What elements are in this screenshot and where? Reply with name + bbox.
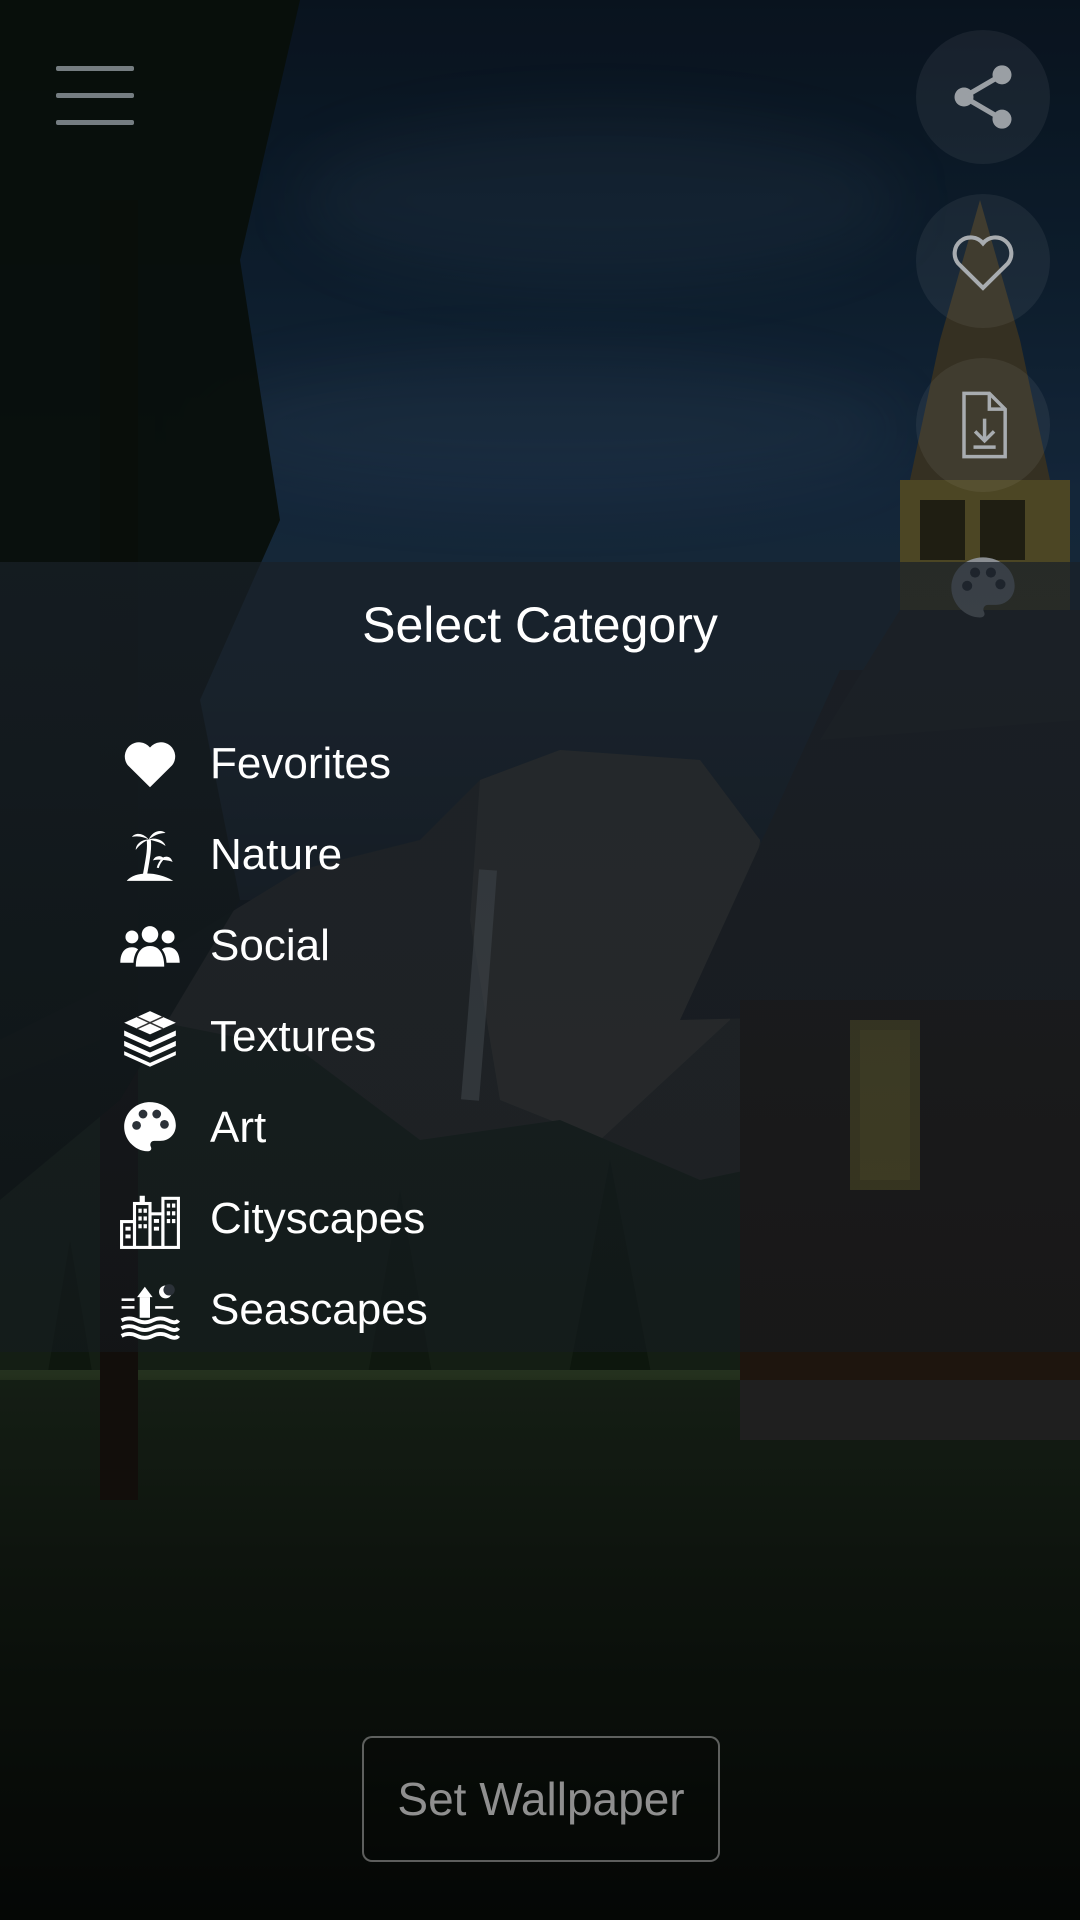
- category-item-seascapes[interactable]: Seascapes: [118, 1264, 718, 1355]
- category-item-nature[interactable]: Nature: [118, 809, 718, 900]
- category-label: Fevorites: [210, 738, 391, 788]
- category-item-cityscapes[interactable]: Cityscapes: [118, 1173, 718, 1264]
- category-item-social[interactable]: Social: [118, 900, 718, 991]
- category-list: Fevorites Nature Social Textures Art Cit…: [118, 718, 718, 1355]
- category-label: Social: [210, 920, 330, 970]
- category-label: Nature: [210, 829, 343, 879]
- category-label: Cityscapes: [210, 1193, 426, 1243]
- share-button[interactable]: [916, 30, 1050, 164]
- city-buildings-icon: [118, 1187, 182, 1251]
- heart-icon: [118, 732, 182, 796]
- category-label: Seascapes: [210, 1284, 428, 1334]
- download-button[interactable]: [916, 358, 1050, 492]
- category-label: Textures: [210, 1011, 377, 1061]
- hamburger-menu-icon[interactable]: [56, 66, 134, 126]
- panel-title: Select Category: [362, 597, 718, 653]
- palette-icon: [118, 1096, 182, 1160]
- lighthouse-sea-icon: [118, 1278, 182, 1342]
- heart-outline-icon: [952, 235, 1014, 291]
- download-file-icon: [962, 391, 1007, 459]
- people-group-icon: [118, 914, 182, 978]
- share-icon: [954, 65, 1012, 129]
- category-item-textures[interactable]: Textures: [118, 991, 718, 1082]
- category-item-favorites[interactable]: Fevorites: [118, 718, 718, 809]
- layers-texture-icon: [118, 1005, 182, 1069]
- set-wallpaper-button[interactable]: Set Wallpaper: [362, 1736, 720, 1862]
- palm-island-icon: [118, 823, 182, 887]
- favorite-button[interactable]: [916, 194, 1050, 328]
- category-item-art[interactable]: Art: [118, 1082, 718, 1173]
- category-label: Art: [210, 1102, 267, 1152]
